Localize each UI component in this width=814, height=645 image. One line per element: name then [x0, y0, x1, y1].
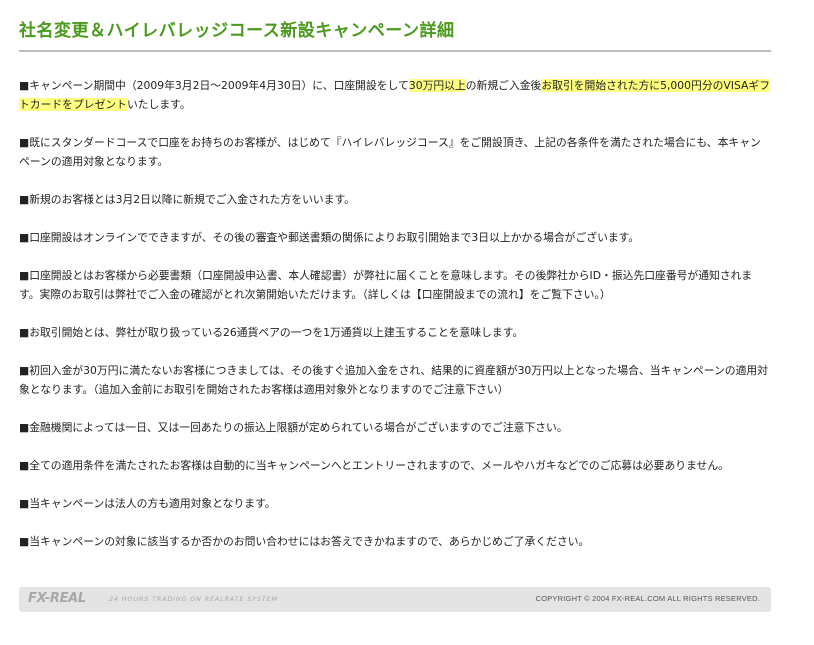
footer-tagline: 24 HOURS TRADING ON REALRATE SYSTEM — [109, 595, 278, 603]
campaign-conditions-list: ■キャンペーン期間中（2009年3月2日～2009年4月30日）に、口座開設をし… — [19, 76, 771, 551]
paragraph-text: ■口座開設とはお客様から必要書類（口座開設申込書、本人確認書）が弊社に届くことを… — [19, 269, 753, 301]
condition-paragraph: ■初回入金が30万円に満たないお客様につきましては、その後すぐ追加入金をされ、結… — [19, 361, 771, 399]
paragraph-text: ■口座開設はオンラインでできますが、その後の審査や郵送書類の関係によりお取引開始… — [19, 231, 640, 244]
paragraph-text: ■全ての適用条件を満たされたお客様は自動的に当キャンペーンへとエントリーされます… — [19, 459, 729, 472]
condition-paragraph: ■新規のお客様とは3月2日以降に新規でご入金された方をいいます。 — [19, 190, 771, 209]
condition-paragraph: ■キャンペーン期間中（2009年3月2日～2009年4月30日）に、口座開設をし… — [19, 76, 771, 114]
condition-paragraph: ■口座開設とはお客様から必要書類（口座開設申込書、本人確認書）が弊社に届くことを… — [19, 266, 771, 304]
condition-paragraph: ■当キャンペーンは法人の方も適用対象となります。 — [19, 494, 771, 513]
paragraph-text: ■初回入金が30万円に満たないお客様につきましては、その後すぐ追加入金をされ、結… — [19, 364, 768, 396]
title-divider — [19, 50, 771, 52]
paragraph-text: ■キャンペーン期間中（2009年3月2日～2009年4月30日）に、口座開設をし… — [19, 79, 409, 92]
page-title: 社名変更＆ハイレバレッジコース新設キャンペーン詳細 — [19, 21, 455, 41]
paragraph-text: ■お取引開始とは、弊社が取り扱っている26通貨ペアの一つを1万通貨以上建玉するこ… — [19, 326, 524, 339]
paragraph-text: ■当キャンペーンの対象に該当するか否かのお問い合わせにはお答えできかねますので、… — [19, 535, 590, 548]
condition-paragraph: ■当キャンペーンの対象に該当するか否かのお問い合わせにはお答えできかねますので、… — [19, 532, 771, 551]
paragraph-text: ■新規のお客様とは3月2日以降に新規でご入金された方をいいます。 — [19, 193, 355, 206]
condition-paragraph: ■全ての適用条件を満たされたお客様は自動的に当キャンペーンへとエントリーされます… — [19, 456, 771, 475]
paragraph-text: いたします。 — [126, 98, 191, 111]
paragraph-text: の新規ご入金後 — [465, 79, 542, 92]
fx-real-logo: FX-REAL — [28, 591, 86, 606]
condition-paragraph: ■お取引開始とは、弊社が取り扱っている26通貨ペアの一つを1万通貨以上建玉するこ… — [19, 323, 771, 342]
paragraph-text: ■当キャンペーンは法人の方も適用対象となります。 — [19, 497, 276, 510]
condition-paragraph: ■金融機関によっては一日、又は一回あたりの振込上限額が定められている場合がござい… — [19, 418, 771, 437]
copyright-text: COPYRIGHT © 2004 FX-REAL.COM ALL RIGHTS … — [535, 594, 760, 603]
condition-paragraph: ■既にスタンダードコースで口座をお持ちのお客様が、はじめて『ハイレバレッジコース… — [19, 133, 771, 171]
condition-paragraph: ■口座開設はオンラインでできますが、その後の審査や郵送書類の関係によりお取引開始… — [19, 228, 771, 247]
highlighted-text: 30万円以上 — [408, 79, 466, 92]
paragraph-text: ■既にスタンダードコースで口座をお持ちのお客様が、はじめて『ハイレバレッジコース… — [19, 136, 761, 168]
campaign-detail-page: 社名変更＆ハイレバレッジコース新設キャンペーン詳細 ■キャンペーン期間中（200… — [19, 0, 771, 570]
footer-bar: FX-REAL 24 HOURS TRADING ON REALRATE SYS… — [19, 587, 771, 612]
paragraph-text: ■金融機関によっては一日、又は一回あたりの振込上限額が定められている場合がござい… — [19, 421, 568, 434]
